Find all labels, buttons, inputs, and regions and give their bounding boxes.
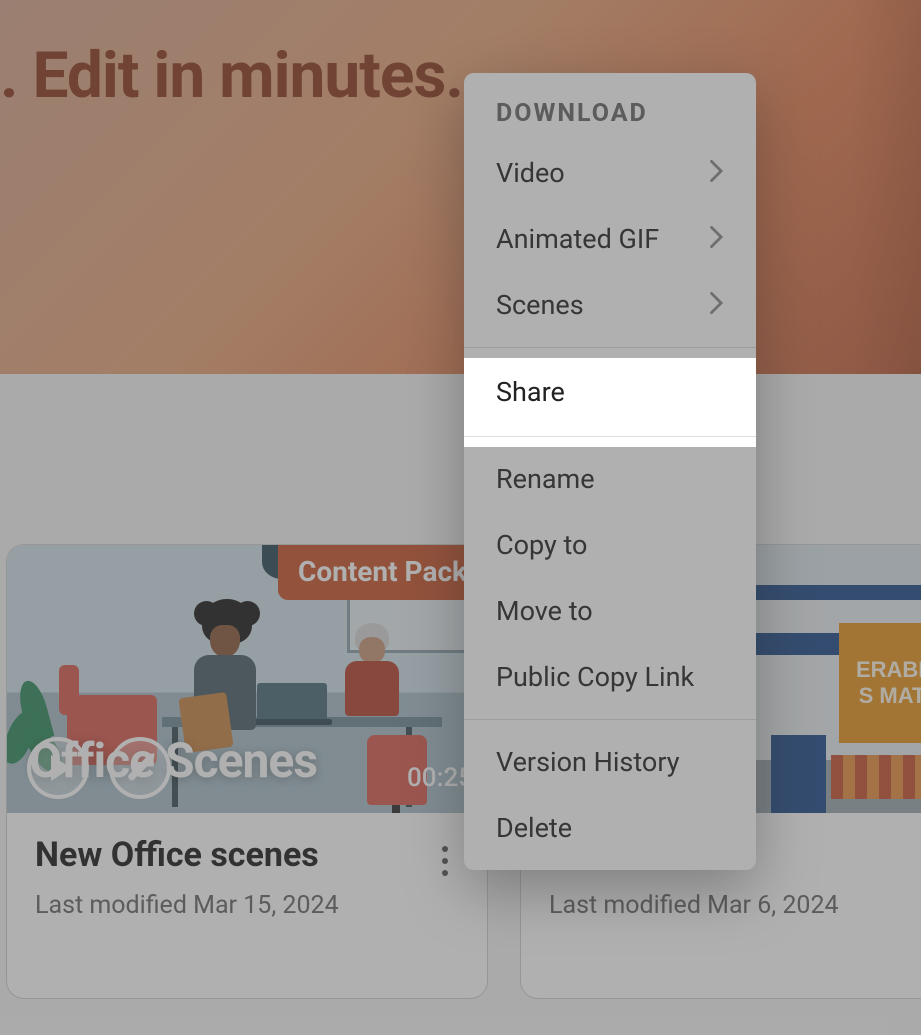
menu-item-label: Delete	[496, 812, 572, 844]
menu-item-label: Share	[496, 376, 565, 408]
card-title: New Office scenes	[35, 835, 459, 875]
menu-item-label: Video	[496, 157, 565, 189]
hero-title: . Edit in minutes.	[0, 38, 463, 113]
scene-sign: ERABILITY S MATTER	[839, 623, 921, 743]
context-menu: DOWNLOAD Video Animated GIF Scenes Share…	[464, 73, 756, 870]
menu-item-download-scenes[interactable]: Scenes	[464, 272, 756, 347]
sign-line-2: S MATTER	[859, 683, 921, 708]
card-meta: New Office scenes Last modified Mar 15, …	[7, 813, 487, 942]
menu-item-share[interactable]: Share	[464, 348, 756, 436]
menu-item-download-video[interactable]: Video	[464, 140, 756, 206]
scene-shelf	[831, 755, 921, 799]
menu-item-label: Rename	[496, 463, 595, 495]
menu-item-public-copy-link[interactable]: Public Copy Link	[464, 644, 756, 719]
menu-item-label: Scenes	[496, 289, 584, 321]
sign-line-1: ERABILITY	[856, 657, 921, 682]
chevron-right-icon	[710, 157, 724, 189]
scene-person-2	[337, 623, 412, 718]
menu-item-delete[interactable]: Delete	[464, 795, 756, 870]
pencil-icon	[127, 755, 153, 781]
menu-item-label: Public Copy Link	[496, 661, 694, 693]
video-card[interactable]: Content Pack Office Scenes 00:25 New Off…	[6, 544, 488, 999]
chevron-right-icon	[710, 289, 724, 321]
menu-item-label: Version History	[496, 746, 679, 778]
scene-door	[771, 735, 826, 813]
menu-item-copy-to[interactable]: Copy to	[464, 512, 756, 578]
hero-banner: . Edit in minutes.	[0, 0, 921, 374]
menu-item-move-to[interactable]: Move to	[464, 578, 756, 644]
card-subtitle: Last modified Mar 15, 2024	[35, 891, 459, 920]
play-button[interactable]	[27, 737, 89, 799]
more-button[interactable]	[425, 841, 465, 881]
card-subtitle: Last modified Mar 6, 2024	[549, 891, 921, 920]
menu-item-rename[interactable]: Rename	[464, 437, 756, 512]
menu-item-download-gif[interactable]: Animated GIF	[464, 206, 756, 272]
chevron-right-icon	[710, 223, 724, 255]
menu-item-label: Animated GIF	[496, 223, 659, 255]
hero-fade	[851, 0, 921, 374]
menu-section-header-download: DOWNLOAD	[464, 73, 756, 140]
play-icon	[51, 755, 71, 781]
edit-button[interactable]	[109, 737, 171, 799]
menu-item-label: Copy to	[496, 529, 587, 561]
content-pack-badge: Content Pack	[278, 545, 487, 600]
menu-item-label: Move to	[496, 595, 593, 627]
more-vertical-icon	[442, 846, 448, 852]
menu-item-version-history[interactable]: Version History	[464, 720, 756, 795]
video-thumbnail[interactable]: Content Pack Office Scenes 00:25	[7, 545, 487, 813]
